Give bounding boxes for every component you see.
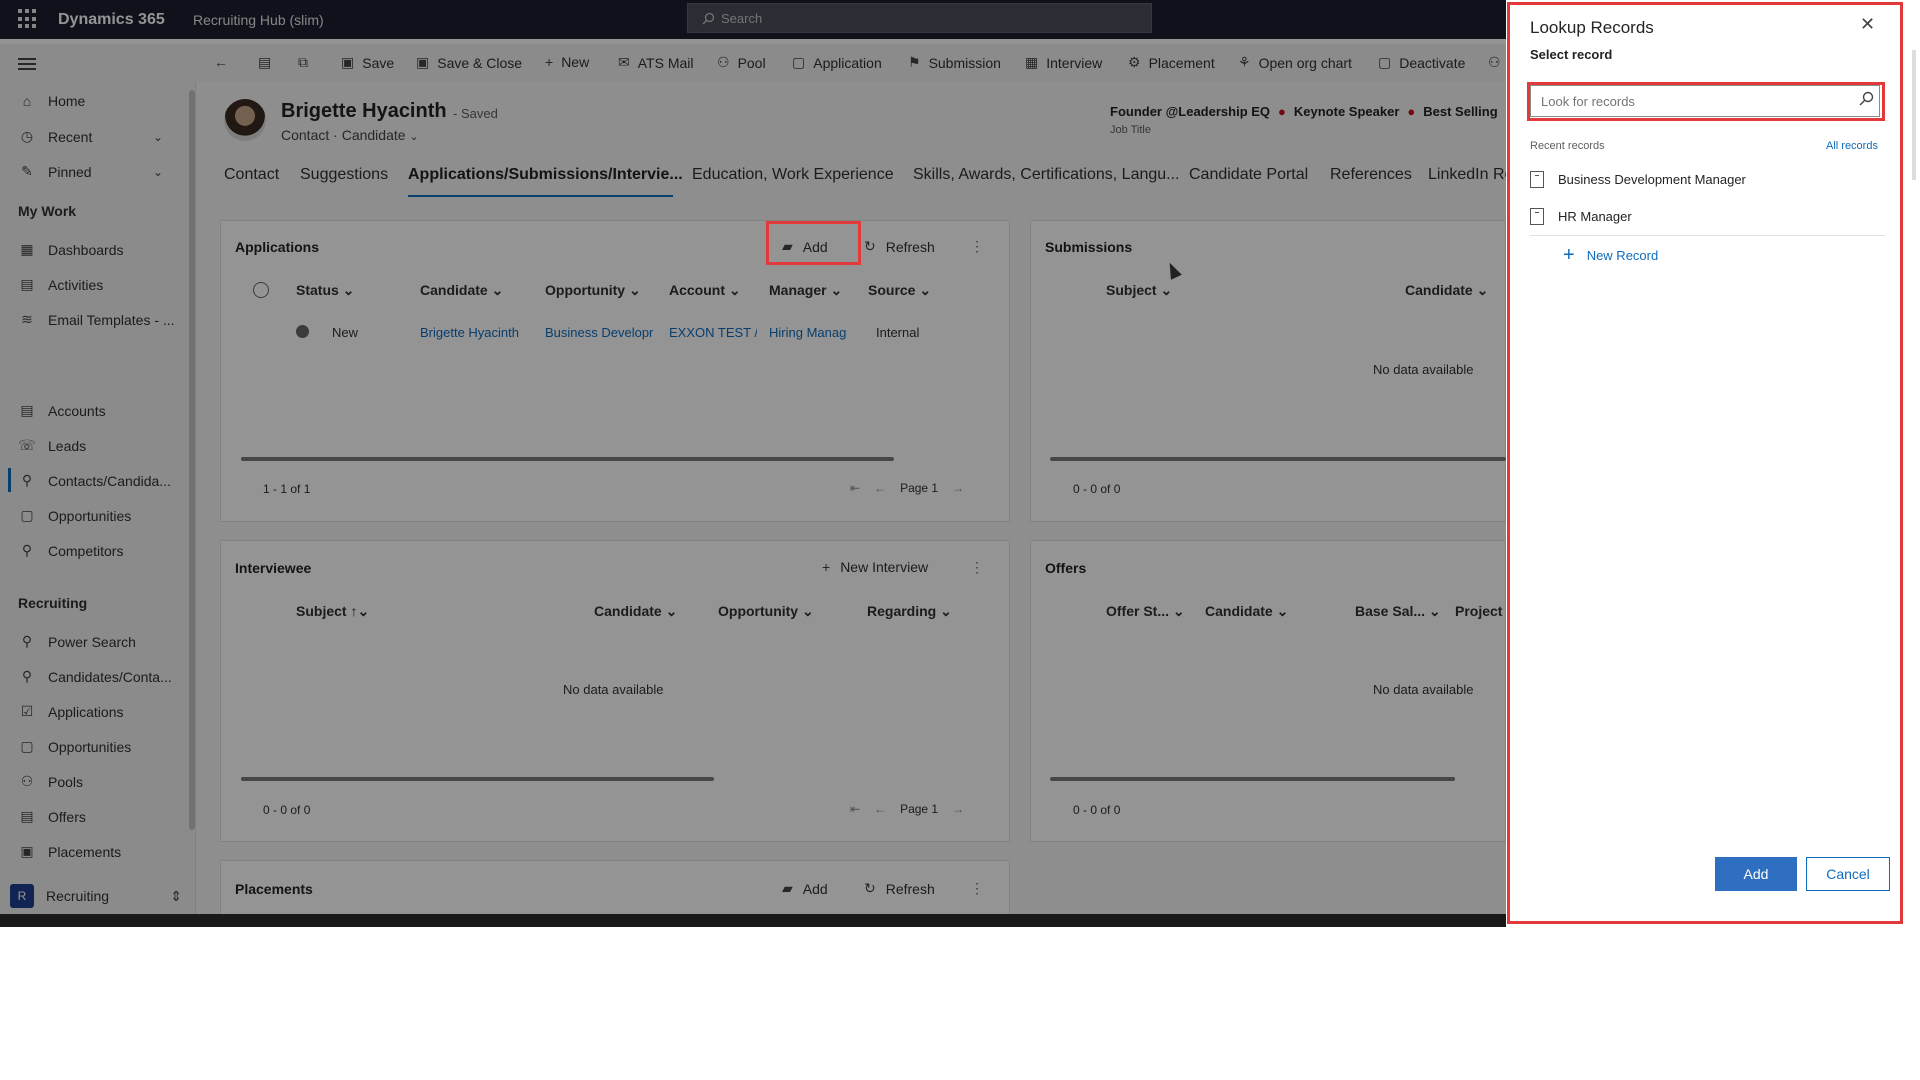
dynamics-app: Dynamics 365 Recruiting Hub (slim) Searc… — [0, 0, 1920, 927]
add-button-highlight — [766, 221, 861, 265]
modal-overlay[interactable] — [0, 0, 1506, 927]
panel-scrollbar[interactable] — [1912, 50, 1916, 180]
panel-highlight — [1507, 2, 1903, 924]
